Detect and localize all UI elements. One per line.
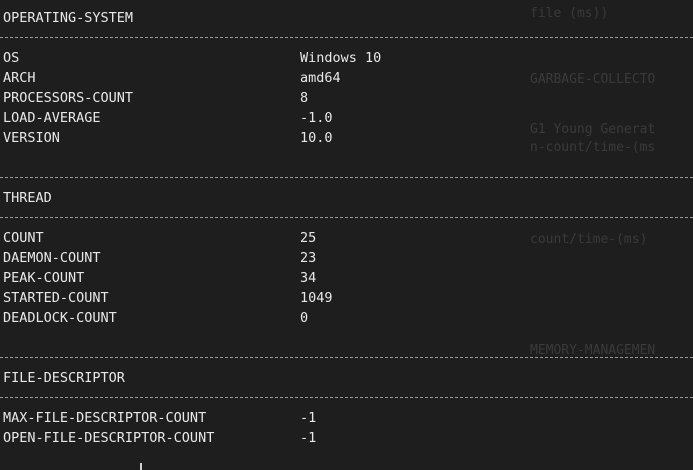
separator (0, 357, 693, 358)
row-key: DEADLOCK-COUNT (3, 310, 117, 326)
table-row: OS Windows 10 (0, 48, 693, 68)
table-row: PEAK-COUNT 34 (0, 268, 693, 288)
row-key: OPEN-FILE-DESCRIPTOR-COUNT (3, 430, 215, 446)
background-ghost-text: MEMORY-MANAGEMEN (530, 343, 656, 358)
row-value: amd64 (300, 70, 341, 86)
row-value: -1 (300, 430, 317, 446)
row-value: 1049 (300, 290, 333, 306)
row-value: 34 (300, 270, 317, 286)
row-value: 25 (300, 230, 317, 246)
table-row: LOAD-AVERAGE -1.0 (0, 108, 693, 128)
table-row: DAEMON-COUNT 23 (0, 248, 693, 268)
row-value: -1.0 (300, 110, 333, 126)
row-value: 0 (300, 310, 309, 326)
row-value: -1 (300, 410, 317, 426)
text-cursor (140, 463, 142, 470)
section-title: OPERATING-SYSTEM (3, 10, 134, 26)
row-key: PROCESSORS-COUNT (3, 90, 134, 106)
table-row: COUNT 25 (0, 228, 693, 248)
background-ghost-text: file (ms)) (530, 6, 609, 21)
row-key: MAX-FILE-DESCRIPTOR-COUNT (3, 410, 207, 426)
table-row: OPEN-FILE-DESCRIPTOR-COUNT -1 (0, 428, 693, 448)
separator (0, 397, 693, 398)
row-key: COUNT (3, 230, 44, 246)
table-row: STARTED-COUNT 1049 (0, 288, 693, 308)
table-row: PROCESSORS-COUNT 8 (0, 88, 693, 108)
table-row: MAX-FILE-DESCRIPTOR-COUNT -1 (0, 408, 693, 428)
section-title: FILE-DESCRIPTOR (3, 370, 125, 386)
separator (0, 217, 693, 218)
row-key: DAEMON-COUNT (3, 250, 101, 266)
separator (0, 37, 693, 38)
separator (0, 177, 693, 178)
row-value: 23 (300, 250, 317, 266)
row-key: ARCH (3, 70, 36, 86)
row-value: 8 (300, 90, 309, 106)
row-value: Windows 10 (300, 50, 382, 66)
row-value: 10.0 (300, 130, 333, 146)
row-key: STARTED-COUNT (3, 290, 109, 306)
row-key: PEAK-COUNT (3, 270, 85, 286)
row-key: LOAD-AVERAGE (3, 110, 101, 126)
table-row: VERSION 10.0 (0, 128, 693, 148)
section-title: THREAD (3, 190, 52, 206)
row-key: VERSION (3, 130, 60, 146)
table-row: ARCH amd64 (0, 68, 693, 88)
row-key: OS (3, 50, 20, 66)
table-row: DEADLOCK-COUNT 0 (0, 308, 693, 328)
